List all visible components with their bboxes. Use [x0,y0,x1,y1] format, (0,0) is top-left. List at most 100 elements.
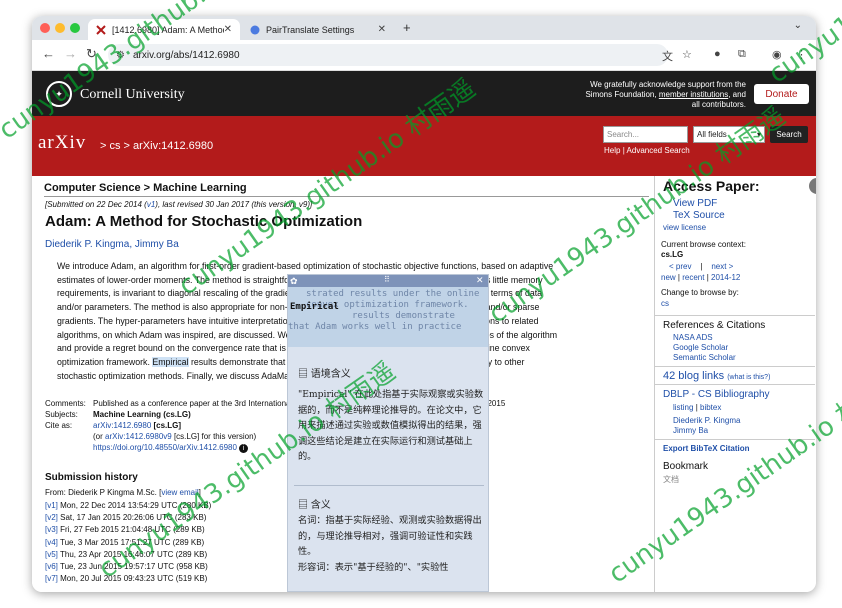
list-item: [v3] Fri, 27 Feb 2015 21:04:48 UTC (289 … [45,525,205,535]
tab-pairtranslate[interactable]: PairTranslate Settings ✕ [242,19,394,40]
back-arrow-icon[interactable]: ← [42,46,55,61]
close-tab-icon[interactable]: ✕ [224,24,232,35]
view-email-link[interactable]: view email [161,488,198,497]
version-link[interactable]: [v6] [45,562,58,571]
breadcrumb[interactable]: > cs > arXiv:1412.6980 [100,140,213,152]
minimize-window-button[interactable] [55,23,65,33]
tab-arxiv[interactable]: [1412.6980] Adam: A Method for Stochasti… [88,19,240,40]
cite-version-link[interactable]: arXiv:1412.6980v9 [105,432,172,441]
submission-dates: [Submitted on 22 Dec 2014 (v1), last rev… [45,200,313,209]
google-scholar-link[interactable]: Google Scholar [673,343,728,352]
blog-links[interactable]: 42 blog links (what is this?) [663,370,770,382]
submission-history-title: Submission history [45,472,138,483]
close-tab-icon[interactable]: ✕ [378,24,386,35]
list-item: [v6] Tue, 23 Jun 2015 19:57:17 UTC (958 … [45,562,208,572]
dblp-author-link[interactable]: Jimmy Ba [673,426,708,435]
bookmark-star-icon[interactable]: ☆ [682,48,692,61]
subject-heading: Computer Science > Machine Learning [44,182,247,194]
change-browse-link[interactable]: cs [661,299,669,308]
search-input[interactable]: Search... [603,126,688,143]
semantic-scholar-link[interactable]: Semantic Scholar [673,353,736,362]
info-icon[interactable]: i [239,444,249,453]
export-bibtex-link[interactable]: Export BibTeX Citation [663,444,750,453]
member-institutions-link[interactable]: member institutions [659,90,728,99]
meaning-text-2: 形容词：表示"基于经验的"、"实验性 [298,562,449,573]
tab-strip: [1412.6980] Adam: A Method for Stochasti… [32,16,816,40]
listing-link[interactable]: listing [673,403,693,412]
help-link[interactable]: Help [604,146,620,155]
donate-button[interactable]: Donate [754,84,809,104]
version-link[interactable]: [v5] [45,550,58,559]
new-link[interactable]: new [661,273,676,282]
version-link[interactable]: [v4] [45,538,58,547]
pairtranslate-favicon [250,25,260,35]
book-icon: ▤ [298,369,308,380]
nasa-ads-link[interactable]: NASA ADS [673,333,713,342]
authors: Diederik P. Kingma, Jimmy Ba [45,239,179,250]
forward-arrow-icon[interactable]: → [64,46,77,61]
version-link[interactable]: [v1] [45,501,58,510]
author-link[interactable]: Diederik P. Kingma [45,239,129,250]
close-icon[interactable]: ✕ [476,275,484,286]
profile-icon[interactable]: ◉ [772,48,782,61]
access-paper-title: Access Paper: [663,178,760,194]
arxiv-header: arXiv > cs > arXiv:1412.6980 Search... A… [32,116,816,176]
zoom-window-button[interactable] [70,23,80,33]
url-text: arxiv.org/abs/1412.6980 [132,49,240,61]
references-title: References & Citations [663,320,766,331]
context-meaning-text: "Empirical" 在此处指基于实际观察或实验数据的，而不是纯粹理论推导的。… [298,389,484,462]
puzzle-icon[interactable]: ⧉ [738,48,746,61]
pin-icon[interactable]: ✿ [290,276,298,287]
drag-handle-icon[interactable]: ⠿ [384,275,390,284]
advanced-search-link[interactable]: Advanced Search [627,146,690,155]
site-info-icon[interactable]: ⚙ [116,50,125,61]
list-item: [v4] Tue, 3 Mar 2015 17:51:27 UTC (289 K… [45,537,205,547]
popup-titlebar[interactable]: ✿ ⠿ ✕ [288,275,488,287]
cornell-seal-icon[interactable]: ✦ [46,81,72,107]
search-field-select[interactable]: All fields ▾ [693,126,765,143]
selected-word[interactable]: Empirical [152,356,189,367]
view-pdf-link[interactable]: View PDF [673,198,717,209]
author-link[interactable]: Jimmy Ba [135,239,179,250]
submission-from: From: Diederik P Kingma M.Sc. [view emai… [45,488,201,497]
doi-link[interactable]: https://doi.org/10.48550/arXiv.1412.6980 [93,443,237,452]
cite-link[interactable]: arXiv:1412.6980 [93,421,151,430]
main-content: Computer Science > Machine Learning [Sub… [32,176,816,592]
new-tab-icon[interactable]: + [403,20,411,35]
divider [655,384,815,385]
next-link[interactable]: next > [711,262,733,271]
list-item: [v1] Mon, 22 Dec 2014 13:54:29 UTC (280 … [45,501,212,510]
dblp-title[interactable]: DBLP - CS Bibliography [663,389,770,400]
kebab-menu-icon[interactable]: ⋮ [796,48,807,61]
recent-link[interactable]: recent [682,273,704,282]
address-bar[interactable]: ⚙ arxiv.org/abs/1412.6980 [108,44,668,66]
divider [655,315,815,316]
version-link[interactable]: [v3] [45,525,58,534]
list-item: [v2] Sat, 17 Jan 2015 20:26:06 UTC (283 … [45,513,207,523]
extension-icon[interactable]: ● [714,48,721,60]
tex-source-link[interactable]: TeX Source [673,210,725,221]
new-recent-row: new | recent | 2014-12 [661,273,741,282]
chevron-down-icon[interactable]: ⌄ [794,20,802,31]
right-sidebar: › Access Paper: View PDF TeX Source view… [654,176,816,592]
arxiv-favicon [96,24,106,35]
search-button[interactable]: Search [770,126,808,143]
bibtex-link[interactable]: bibtex [700,403,721,412]
cornell-name[interactable]: Cornell University [80,87,185,103]
version-link[interactable]: [v7] [45,574,58,583]
meaning-text: 名词：指基于实际经验、观测或实验数据得出的，与理论推导相对，强调可验证性和实践性… [298,515,482,557]
reload-icon[interactable]: ↻ [86,46,97,62]
version-link[interactable]: [v2] [45,513,58,522]
translate-icon[interactable]: 文 [662,48,673,64]
search-links: Help | Advanced Search [604,146,690,155]
date-link[interactable]: 2014-12 [711,273,740,282]
expand-sidebar-icon[interactable]: › [809,178,816,194]
prev-link[interactable]: < prev [669,262,691,271]
acknowledgement: We gratefully acknowledge support from t… [585,80,746,109]
arxiv-logo[interactable]: arXiv [38,132,86,154]
source-word: Empirical [290,302,339,312]
divider [655,439,815,440]
close-window-button[interactable] [40,23,50,33]
view-license-link[interactable]: view license [663,223,706,232]
dblp-author-link[interactable]: Diederik P. Kingma [673,416,740,425]
